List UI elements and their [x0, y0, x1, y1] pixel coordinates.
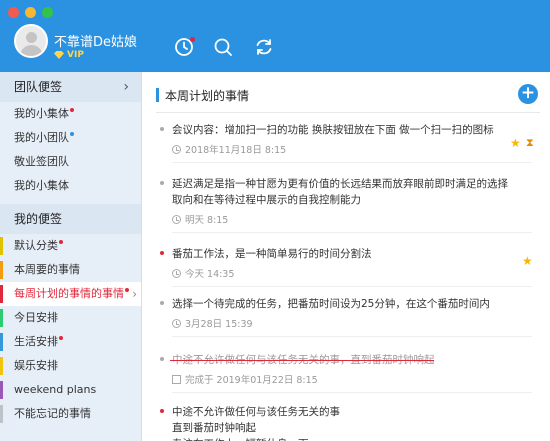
- task-bullet: [160, 357, 164, 361]
- task-bullet: [160, 301, 164, 305]
- title-accent: [156, 88, 159, 102]
- unread-dot: [59, 240, 63, 244]
- task-bullet: [160, 251, 164, 255]
- clock-icon: [172, 318, 181, 328]
- task-time: 2018年11月18日 8:15: [185, 145, 287, 156]
- task-bullet: [160, 181, 164, 185]
- sidebar-item-label: 生活安排: [14, 335, 58, 348]
- task-meta: 明天 8:15: [172, 212, 228, 226]
- username: 不靠谱De姑娘: [54, 35, 138, 50]
- notification-dot: [190, 37, 195, 42]
- sidebar-category-item[interactable]: 本周要的事情: [0, 258, 141, 282]
- task-time: 明天 8:15: [185, 215, 229, 226]
- task-text: 会议内容：增加扫一扫的功能 换肤按钮放在下面 做一个扫一扫的图标: [172, 124, 494, 136]
- divider: [156, 112, 540, 113]
- sidebar-item-label: 我的小集体: [14, 179, 69, 192]
- vip-badge: VIP: [54, 50, 84, 60]
- sidebar-item-label: 默认分类: [14, 239, 58, 252]
- task-time: 完成于 2019年01月22日 8:15: [185, 375, 318, 386]
- category-color-bar: [0, 237, 3, 255]
- task-time: 今天 14:35: [185, 269, 235, 280]
- task-text: 中途不允许做任何与该任务无关的事 直到番茄时钟响起 专注在工作上，短暂休息一下: [172, 406, 340, 441]
- my-notes-title: 我的便签: [14, 212, 63, 226]
- minimize-window-button[interactable]: [25, 7, 36, 18]
- vip-label: VIP: [67, 50, 84, 60]
- sync-icon[interactable]: [253, 36, 275, 58]
- task-divider: [172, 336, 532, 337]
- task-meta: 2018年11月18日 8:15: [172, 142, 286, 156]
- window-controls: [8, 7, 53, 18]
- strikethrough-line: [170, 360, 434, 361]
- sidebar-item-label: 我的小集体: [14, 107, 69, 120]
- team-notes-header[interactable]: 团队便签 ›: [0, 72, 141, 102]
- search-icon[interactable]: [212, 36, 234, 58]
- add-task-button[interactable]: +: [518, 84, 538, 104]
- clock-icon: [172, 214, 181, 224]
- sidebar-team-item[interactable]: 我的小集体: [0, 174, 141, 198]
- star-icon[interactable]: ★: [522, 254, 533, 268]
- sidebar-category-item[interactable]: weekend plans: [0, 378, 141, 402]
- clock-icon: [172, 268, 181, 278]
- sidebar-category-item[interactable]: 默认分类: [0, 234, 141, 258]
- category-color-bar: [0, 333, 3, 351]
- sidebar-item-label: 不能忘记的事情: [14, 407, 91, 420]
- unread-dot: [70, 132, 74, 136]
- sidebar-category-item[interactable]: 生活安排: [0, 330, 141, 354]
- hourglass-icon: ⧗: [526, 136, 534, 149]
- close-window-button[interactable]: [8, 7, 19, 18]
- task-time: 3月28日 15:39: [185, 319, 253, 330]
- diamond-icon: [54, 51, 64, 59]
- task-bullet: [160, 409, 164, 413]
- unread-dot: [70, 108, 74, 112]
- sidebar-item-label: weekend plans: [14, 383, 97, 396]
- task-text: 选择一个待完成的任务，把番茄时间设为25分钟，在这个番茄时间内: [172, 298, 490, 310]
- chevron-right-icon: ›: [132, 287, 137, 301]
- chevron-right-icon[interactable]: ›: [123, 72, 129, 102]
- sidebar: 团队便签 › 我的小集体 我的小团队 敬业签团队 我的小集体 我的便签 默认分类 本周要…: [0, 72, 142, 441]
- sidebar-item-label: 敬业签团队: [14, 155, 69, 168]
- sidebar-item-label: 每周计划的事情的事情: [14, 287, 124, 300]
- sidebar-category-item[interactable]: 娱乐安排: [0, 354, 141, 378]
- sidebar-item-label: 今日安排: [14, 311, 58, 324]
- task-meta: 完成于 2019年01月22日 8:15: [172, 372, 318, 386]
- task-divider: [172, 286, 532, 287]
- my-notes-header[interactable]: 我的便签: [0, 204, 141, 234]
- sidebar-team-item[interactable]: 我的小集体: [0, 102, 141, 126]
- category-color-bar: [0, 405, 3, 423]
- sidebar-team-item[interactable]: 敬业签团队: [0, 150, 141, 174]
- clock-icon: [172, 144, 181, 154]
- star-icon[interactable]: ★: [510, 136, 521, 150]
- task-meta: 今天 14:35: [172, 266, 234, 280]
- category-color-bar: [0, 261, 3, 279]
- sidebar-item-label: 我的小团队: [14, 131, 69, 144]
- task-text: 番茄工作法，是一种简单易行的时间分割法: [172, 248, 372, 260]
- sidebar-team-item[interactable]: 我的小团队: [0, 126, 141, 150]
- header-bar: 不靠谱De姑娘 VIP: [0, 0, 550, 72]
- team-notes-title: 团队便签: [14, 80, 63, 94]
- sidebar-category-item[interactable]: 不能忘记的事情: [0, 402, 141, 426]
- task-text: 延迟满足是指一种甘愿为更有价值的长远结果而放弃眼前即时满足的选择取向和在等待过程…: [172, 178, 508, 206]
- task-divider: [172, 232, 532, 233]
- maximize-window-button[interactable]: [42, 7, 53, 18]
- category-color-bar: [0, 309, 3, 327]
- section-title: 本周计划的事情: [156, 87, 249, 103]
- task-divider: [172, 162, 532, 163]
- check-icon: [172, 374, 181, 384]
- sidebar-item-label: 本周要的事情: [14, 263, 80, 276]
- avatar[interactable]: [14, 24, 48, 58]
- task-meta: 3月28日 15:39: [172, 316, 253, 330]
- unread-dot: [59, 336, 63, 340]
- page-title: 本周计划的事情: [165, 88, 250, 103]
- task-bullet: [160, 127, 164, 131]
- sidebar-category-item[interactable]: 今日安排: [0, 306, 141, 330]
- main-panel: 本周计划的事情 + 会议内容：增加扫一扫的功能 换肤按钮放在下面 做一个扫一扫的…: [142, 72, 550, 441]
- sidebar-category-item[interactable]: 每周计划的事情的事情 ›: [0, 282, 141, 306]
- category-color-bar: [0, 285, 3, 303]
- category-color-bar: [0, 357, 3, 375]
- unread-dot: [125, 288, 129, 292]
- sidebar-item-label: 娱乐安排: [14, 359, 58, 372]
- category-color-bar: [0, 381, 3, 399]
- task-divider: [172, 392, 532, 393]
